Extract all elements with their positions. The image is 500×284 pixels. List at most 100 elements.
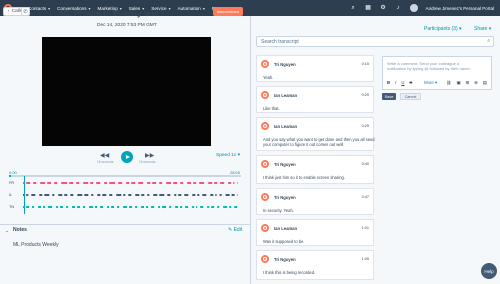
video-player[interactable]: [42, 37, 211, 146]
entry-text: Yeah.: [263, 75, 274, 80]
transcript-entry[interactable]: Ian Leaman 0:29 Like that.: [256, 86, 374, 113]
speaker-activity-segment: [197, 194, 200, 196]
speaker-track-fr[interactable]: [22, 182, 240, 184]
nav-item-automation[interactable]: Automation ▾: [178, 6, 205, 11]
speaker-activity-segment: [60, 206, 64, 208]
speaker-activity-segment: [146, 206, 149, 208]
speaker-activity-segment: [128, 194, 132, 196]
speaker-activity-segment: [152, 182, 157, 184]
speaker-activity-segment: [217, 206, 220, 208]
document-icon[interactable]: ▤: [483, 80, 487, 86]
nav-item-contacts[interactable]: Contacts ▾: [28, 6, 50, 11]
speaker-activity-segment: [83, 182, 89, 184]
entry-timestamp[interactable]: 0:29: [362, 124, 369, 128]
cancel-comment-button[interactable]: Cancel: [400, 93, 421, 100]
rewind-icon[interactable]: ◀◀: [100, 152, 109, 159]
speaker-activity-segment: [97, 194, 101, 196]
speaker-activity-segment: [215, 194, 217, 196]
speaker-activity-segment: [84, 194, 89, 196]
insert-toolbar: ⛓ ▣ ⊞ ⊕ ▤: [446, 80, 487, 86]
settings-gear-icon[interactable]: ⚙: [380, 5, 387, 12]
speaker-activity-segment: [141, 206, 145, 208]
save-comment-button[interactable]: Save: [382, 93, 396, 100]
notifications-bell-icon[interactable]: ♪: [395, 5, 402, 12]
transcript-entry[interactable]: Tri Nguyen 0:40 I think just him so it t…: [256, 155, 374, 184]
entry-timestamp[interactable]: 0:40: [362, 162, 369, 166]
phone-icon[interactable]: ✆: [21, 7, 30, 16]
share-dropdown[interactable]: Share ▾: [474, 26, 491, 32]
search-icon[interactable]: ⌕: [350, 5, 357, 12]
transcript-entry[interactable]: Ian Leaman 1:01 Was it supposed to be.: [256, 219, 374, 246]
speaker-activity-segment: [234, 206, 238, 208]
link-icon[interactable]: ⛓: [446, 80, 451, 86]
entry-timestamp[interactable]: 0:15: [362, 62, 369, 66]
speaker-activity-segment: [223, 206, 228, 208]
speaker-activity-segment: [72, 206, 76, 208]
embed-icon[interactable]: ⊞: [466, 80, 470, 86]
playback-speed-dropdown[interactable]: Speed 1x ▾: [216, 153, 240, 158]
fast-forward-icon[interactable]: ▶▶: [145, 152, 154, 159]
transcript-entry[interactable]: Ian Leaman 0:29 And you say what you wan…: [256, 117, 375, 151]
speaker-activity-segment: [166, 182, 172, 184]
notes-title: Notes: [13, 227, 27, 233]
transcript-entry[interactable]: Tri Nguyen 1:05 I think this is being re…: [256, 250, 374, 280]
speaker-activity-segment: [52, 194, 55, 196]
participants-dropdown[interactable]: Participants (3) ▾: [424, 26, 462, 32]
more-formatting-dropdown[interactable]: More ▾: [424, 80, 437, 86]
entry-timestamp[interactable]: 0:47: [362, 195, 369, 199]
entry-timestamp[interactable]: 1:05: [362, 257, 369, 261]
speaker-avatar: [261, 255, 269, 263]
speaker-activity-segment: [135, 206, 138, 208]
speaker-activity-segment: [123, 194, 126, 196]
entry-text: Was it supposed to be.: [263, 239, 305, 244]
transcript-entry[interactable]: Tri Nguyen 0:47 In security. Yeah.: [256, 188, 374, 215]
transcript-search-input[interactable]: Search transcript ⌕: [256, 36, 494, 47]
speaker-track-tn[interactable]: [22, 206, 240, 208]
transcript-entry[interactable]: Tri Nguyen 0:15 Yeah.: [256, 55, 374, 82]
portal-name[interactable]: Andrew Jimenez's Personal Portal: [426, 6, 494, 11]
speaker-activity-segment: [100, 206, 104, 208]
playhead[interactable]: [24, 176, 25, 214]
speaker-activity-segment: [175, 206, 179, 208]
underline-icon[interactable]: U: [401, 80, 404, 85]
play-icon: [125, 155, 130, 159]
speaker-activity-segment: [228, 182, 232, 184]
speaker-activity-segment: [118, 182, 123, 184]
edit-title-pencil-icon[interactable]: ✎: [160, 9, 165, 16]
strikethrough-icon[interactable]: S: [409, 80, 412, 85]
notes-edit-button[interactable]: ✎ Edit: [228, 227, 242, 233]
speaker-activity-segment: [210, 194, 214, 196]
speaker-activity-segment: [77, 194, 83, 196]
speaker-activity-segment: [174, 194, 177, 196]
image-icon[interactable]: ▣: [456, 80, 460, 86]
chevron-left-icon: ‹: [8, 9, 10, 14]
speaker-name: Ian Leaman: [274, 226, 298, 231]
speaker-activity-segment: [117, 206, 120, 208]
snippet-icon[interactable]: ⊕: [474, 80, 478, 86]
search-icon: ⌕: [487, 38, 490, 44]
chevron-down-icon[interactable]: ⌄: [5, 228, 9, 234]
associations-button[interactable]: Associations: [213, 7, 243, 16]
bold-icon[interactable]: B: [387, 80, 390, 85]
marketplace-icon[interactable]: ▦: [365, 5, 372, 12]
speaker-track-il[interactable]: [22, 194, 240, 196]
play-button[interactable]: [121, 151, 133, 163]
speaker-activity-segment: [43, 206, 46, 208]
entry-timestamp[interactable]: 0:29: [362, 93, 369, 97]
speaker-activity-segment: [158, 206, 161, 208]
italic-icon[interactable]: I: [395, 80, 396, 85]
speaker-activity-segment: [151, 206, 155, 208]
speaker-activity-segment: [66, 206, 69, 208]
speaker-activity-segment: [207, 206, 210, 208]
page-title: ML Products Weekly test: [60, 8, 159, 18]
speaker-avatar: [261, 160, 269, 168]
help-button[interactable]: Help: [481, 263, 497, 279]
speaker-activity-segment: [202, 194, 207, 196]
speaker-activity-segment: [180, 206, 183, 208]
playback-progress-bar[interactable]: [9, 175, 241, 177]
formatting-toolbar: B I U S: [387, 80, 412, 85]
speaker-name: Tri Nguyen: [274, 195, 296, 200]
entry-timestamp[interactable]: 1:01: [362, 226, 369, 230]
speaker-activity-segment: [48, 206, 53, 208]
user-avatar[interactable]: [409, 4, 418, 12]
